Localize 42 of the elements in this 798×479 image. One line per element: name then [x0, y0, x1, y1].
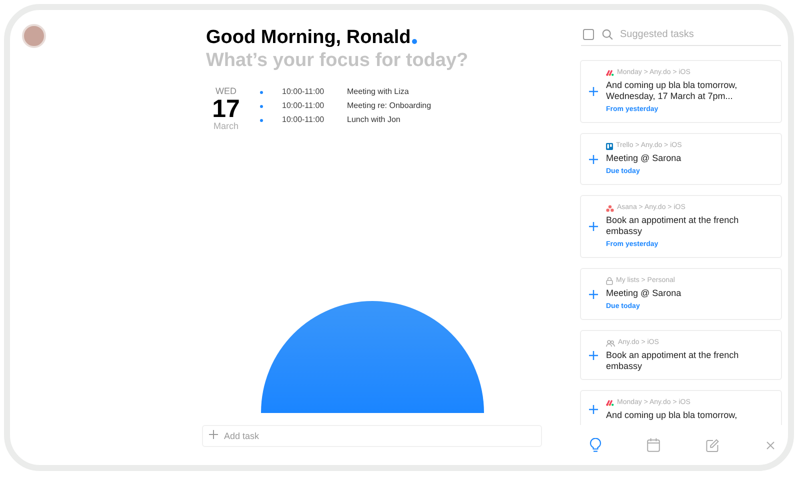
calendar-icon: [647, 438, 660, 452]
task-title: And coming up bla bla tomorrow, Wednesday, 17 March at 7pm...: [606, 80, 738, 102]
event-title: Meeting re: Onboarding: [347, 100, 432, 112]
task-title: And coming up bla bla tomorrow,: [606, 410, 738, 421]
bullet-icon: [260, 118, 263, 122]
plus-icon[interactable]: [589, 87, 598, 96]
plus-icon: [209, 430, 218, 439]
event-time: 10:00-11:00: [282, 114, 326, 126]
event-title: Lunch with Jon: [347, 114, 400, 126]
avatar[interactable]: [22, 24, 46, 48]
board-logo-icon: [606, 142, 613, 150]
bullet-icon: [260, 90, 263, 94]
source-logo-icon: [606, 70, 614, 76]
plus-icon[interactable]: [589, 290, 598, 298]
event-title: Meeting with Liza: [347, 86, 409, 98]
plus-icon[interactable]: [589, 350, 598, 360]
lock-icon: [606, 277, 613, 285]
task-title: Meeting @ Sarona: [606, 153, 682, 164]
search-icon: [602, 29, 613, 40]
close-icon: [766, 440, 776, 450]
greeting-title: Good Morning, Ronald: [206, 26, 411, 50]
lightbulb-icon: [588, 438, 602, 452]
day-number: 17: [212, 97, 240, 121]
task-title: Meeting @ Sarona: [606, 288, 682, 299]
plus-icon[interactable]: [589, 405, 598, 414]
event-time: 10:00-11:00: [282, 100, 326, 112]
month: March: [213, 121, 238, 132]
people-icon: [606, 340, 615, 346]
bullet-icon: [260, 104, 263, 108]
weekday: WED: [216, 86, 236, 97]
plus-icon[interactable]: [589, 222, 598, 231]
edit-icon: [706, 438, 719, 452]
event-time: 10:00-11:00: [282, 86, 326, 98]
task-title: Book an appotiment at the french embassy: [606, 350, 740, 372]
add-task-field[interactable]: Add task: [202, 425, 542, 447]
search-field[interactable]: Suggested tasks: [620, 27, 770, 42]
checkbox[interactable]: [583, 29, 594, 40]
three-dots-logo-icon: [606, 204, 614, 212]
plus-icon[interactable]: [589, 154, 598, 164]
source-logo-icon: [606, 400, 614, 406]
task-title: Book an appotiment at the french embassy: [606, 215, 740, 237]
greeting-subtitle: What’s your focus for today?: [206, 50, 470, 72]
